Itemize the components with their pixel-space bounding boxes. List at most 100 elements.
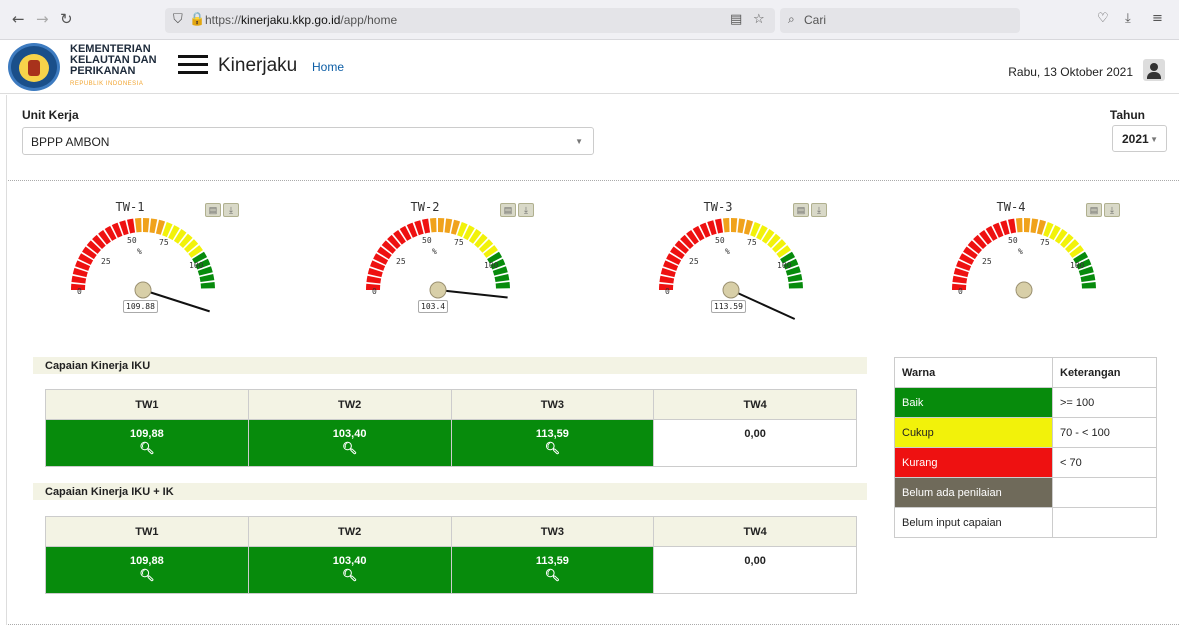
magnifier-icon[interactable]: 🔍︎ bbox=[249, 441, 451, 455]
iku-cell-tw1[interactable]: 109,88 🔍︎ bbox=[45, 419, 249, 467]
gauge-value-label: 103.4 bbox=[418, 300, 449, 313]
iku-cell-tw4: 0,00 bbox=[653, 419, 857, 467]
magnifier-icon[interactable]: 🔍︎ bbox=[452, 568, 654, 582]
gauge-value-label: 113.59 bbox=[711, 300, 746, 313]
downloads-icon[interactable]: ⤓ bbox=[1125, 8, 1131, 30]
print-icon[interactable]: ▤ bbox=[1086, 203, 1102, 217]
iku-ik-header-tw3: TW3 bbox=[450, 516, 655, 547]
gauge-band-segment bbox=[714, 218, 724, 234]
download-icon[interactable]: ⤓ bbox=[1104, 203, 1120, 217]
url-domain: kinerjaku.kkp.go.id bbox=[241, 13, 341, 27]
unit-kerja-select[interactable]: BPPP AMBON ▼ bbox=[22, 127, 594, 155]
gauge-tick-label: 100 bbox=[1070, 261, 1085, 270]
gauge-tick-label: 75 bbox=[159, 238, 169, 247]
unit-kerja-label: Unit Kerja bbox=[22, 108, 79, 122]
reload-icon[interactable]: ↻ bbox=[60, 8, 73, 30]
iku-ik-value-tw1: 109,88 bbox=[130, 555, 164, 567]
gauge-tick-label: 75 bbox=[454, 238, 464, 247]
gauge-band-segment bbox=[444, 218, 453, 234]
gauge-unit-label: % bbox=[137, 247, 142, 256]
bookmark-star-icon[interactable]: ☆ bbox=[753, 12, 765, 27]
magnifier-icon[interactable]: 🔍︎ bbox=[46, 568, 248, 582]
iku-cell-tw2[interactable]: 103,40 🔍︎ bbox=[247, 419, 452, 467]
legend-row: Cukup 70 - < 100 bbox=[894, 417, 1157, 448]
reader-view-icon[interactable]: ▤ bbox=[730, 12, 742, 27]
tahun-select[interactable]: 2021 ▼ bbox=[1112, 125, 1167, 152]
search-placeholder: Cari bbox=[804, 13, 827, 27]
gauge-band-segment bbox=[1007, 218, 1017, 234]
gauge-tick-label: 50 bbox=[715, 236, 725, 245]
gauge-export-buttons: ▤ ⤓ bbox=[793, 200, 829, 218]
gauge-tick-label: 75 bbox=[1040, 238, 1050, 247]
iku-value-row: 109,88 🔍︎ 103,40 🔍︎ 113,59 🔍︎ 0,00 bbox=[45, 419, 857, 467]
legend-color-cell: Belum input capaian bbox=[894, 507, 1053, 538]
iku-cell-tw3[interactable]: 113,59 🔍︎ bbox=[450, 419, 655, 467]
gauge-band-segment bbox=[952, 275, 968, 284]
url-path: /app/home bbox=[340, 13, 398, 27]
legend-color-cell: Belum ada penilaian bbox=[894, 477, 1053, 508]
gauge-band-segment bbox=[199, 273, 215, 283]
gauge-hub bbox=[429, 281, 447, 299]
gauge-band-segment bbox=[1024, 218, 1031, 233]
tahun-value: 2021 bbox=[1122, 132, 1149, 146]
ministry-logo bbox=[8, 43, 60, 91]
app-title: Kinerjaku bbox=[218, 55, 298, 76]
gauge-tick-label: 25 bbox=[689, 257, 699, 266]
gauge-unit-label: % bbox=[725, 247, 730, 256]
gauge-export-buttons: ▤ ⤓ bbox=[500, 200, 536, 218]
print-icon[interactable]: ▤ bbox=[500, 203, 516, 217]
content-border bbox=[6, 95, 7, 625]
pocket-icon[interactable]: ♡ bbox=[1097, 8, 1109, 30]
gauge-band-segment bbox=[71, 275, 87, 284]
download-icon[interactable]: ⤓ bbox=[223, 203, 239, 217]
magnifier-icon[interactable]: 🔍︎ bbox=[46, 441, 248, 455]
iku-ik-cell-tw1[interactable]: 109,88 🔍︎ bbox=[45, 546, 249, 594]
forward-icon[interactable]: → bbox=[36, 8, 49, 30]
legend-header-keterangan: Keterangan bbox=[1052, 357, 1157, 388]
magnifier-icon[interactable]: 🔍︎ bbox=[249, 568, 451, 582]
chevron-down-icon: ▼ bbox=[1150, 135, 1158, 144]
iku-ik-header-tw4: TW4 bbox=[653, 516, 857, 547]
legend-row: Kurang < 70 bbox=[894, 447, 1157, 478]
iku-table: TW1 TW2 TW3 TW4 109,88 🔍︎ 103,40 🔍︎ 113,59… bbox=[45, 389, 857, 467]
magnifier-icon[interactable]: 🔍︎ bbox=[452, 441, 654, 455]
gauge-band-segment bbox=[366, 275, 382, 284]
gauge-1: 0 25 50 75 100% TW-1 ▤ ⤓ 109.88 bbox=[55, 200, 265, 330]
iku-section-title: Capaian Kinerja IKU bbox=[33, 357, 867, 374]
iku-ik-cell-tw2[interactable]: 103,40 🔍︎ bbox=[247, 546, 452, 594]
browser-search-bar[interactable]: ⌕ Cari bbox=[780, 8, 1020, 33]
gauge-dial: 0 25 50 75 100% bbox=[952, 218, 1096, 299]
gauge-4: 0 25 50 75 100% TW-4 ▤ ⤓ bbox=[936, 200, 1146, 330]
legend-row: Belum ada penilaian bbox=[894, 477, 1157, 508]
download-icon[interactable]: ⤓ bbox=[518, 203, 534, 217]
gauge-tick-label: 100 bbox=[189, 261, 204, 270]
home-link[interactable]: Home bbox=[312, 60, 344, 74]
legend-row: Belum input capaian bbox=[894, 507, 1157, 538]
download-icon[interactable]: ⤓ bbox=[811, 203, 827, 217]
iku-value-tw2: 103,40 bbox=[332, 428, 367, 440]
legend-header-row: Warna Keterangan bbox=[894, 357, 1157, 388]
gauge-title: TW-3 bbox=[703, 200, 733, 214]
iku-ik-cell-tw4: 0,00 bbox=[653, 546, 857, 594]
hamburger-menu-icon[interactable] bbox=[178, 55, 208, 75]
gauge-dial: 0 25 50 75 100% bbox=[659, 218, 803, 320]
menu-icon[interactable]: ≡ bbox=[1152, 8, 1163, 30]
gauge-band-segment bbox=[134, 218, 142, 233]
iku-ik-value-tw3: 113,59 bbox=[535, 555, 569, 567]
iku-ik-header-tw1: TW1 bbox=[45, 516, 249, 547]
gauge-band-segment bbox=[494, 273, 510, 283]
print-icon[interactable]: ▤ bbox=[205, 203, 221, 217]
print-icon[interactable]: ▤ bbox=[793, 203, 809, 217]
chevron-down-icon: ▼ bbox=[575, 137, 583, 146]
back-icon[interactable]: ← bbox=[12, 8, 25, 30]
address-bar[interactable]: ⛉ 🔒 https://kinerjaku.kkp.go.id/app/home… bbox=[165, 8, 775, 33]
iku-ik-section-title: Capaian Kinerja IKU + IK bbox=[33, 483, 867, 500]
gauge-band-segment bbox=[787, 273, 803, 283]
ministry-line3: PERIKANAN bbox=[70, 65, 136, 77]
iku-ik-cell-tw3[interactable]: 113,59 🔍︎ bbox=[450, 546, 655, 594]
gauge-tick-label: 50 bbox=[422, 236, 432, 245]
iku-value-tw1: 109,88 bbox=[130, 428, 164, 440]
gauge-band-segment bbox=[429, 218, 437, 233]
gauge-tick-label: 25 bbox=[982, 257, 992, 266]
user-avatar-icon[interactable] bbox=[1143, 59, 1165, 81]
